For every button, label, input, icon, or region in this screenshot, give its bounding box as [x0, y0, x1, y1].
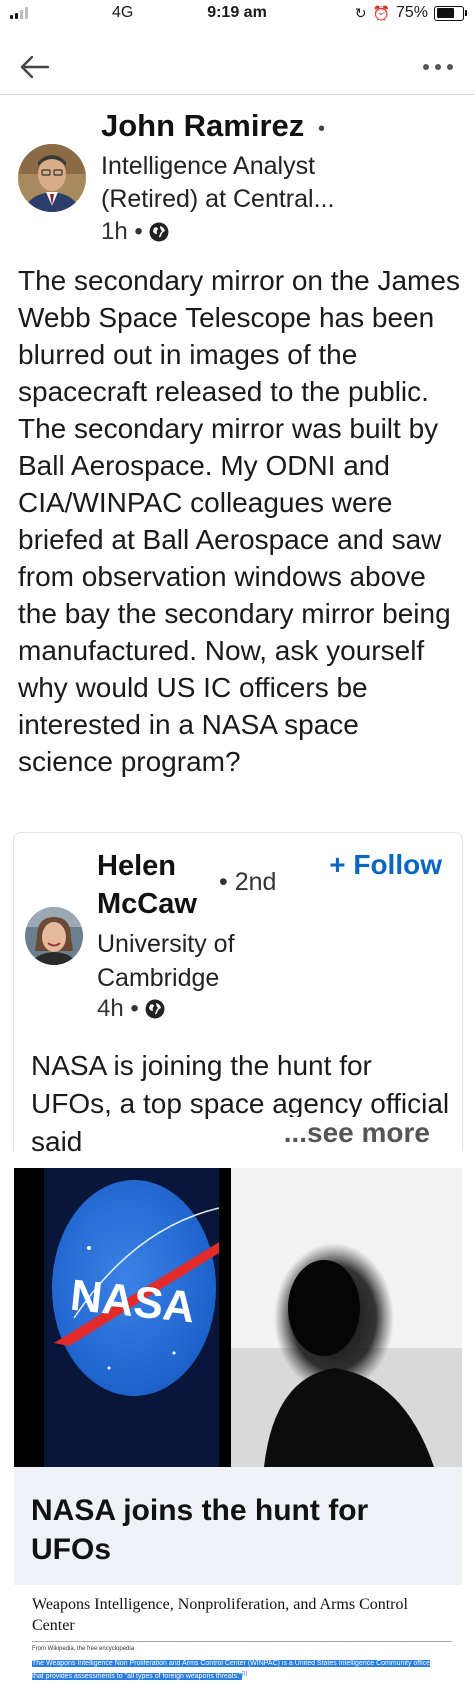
follow-button[interactable]: + Follow	[329, 849, 442, 881]
shared-post-time-text: 4h •	[97, 995, 139, 1022]
connection-degree: • 2nd	[219, 868, 277, 896]
article-image[interactable]: NASA	[14, 1168, 462, 1467]
post-header: John Ramirez • Intelligence Analyst (Ret…	[0, 106, 474, 256]
wiki-footnote[interactable]: [1]	[242, 1671, 248, 1677]
globe-icon	[145, 999, 165, 1019]
top-nav-bar	[0, 40, 474, 95]
post-timestamp: 1h •	[101, 218, 169, 246]
rotation-lock-icon: ↻	[354, 4, 367, 21]
more-options-button[interactable]	[418, 50, 458, 84]
status-bar: 4G 9:19 am ↻ ⏰ 75%	[0, 0, 474, 34]
battery-icon	[434, 5, 467, 21]
shared-post-timestamp: 4h •	[97, 995, 165, 1023]
author-name[interactable]: John Ramirez	[101, 108, 304, 144]
wiki-snippet: The Weapons Intelligence Non Proliferati…	[32, 1658, 442, 1682]
battery-percent: 75%	[395, 4, 428, 21]
post-time-text: 1h •	[101, 218, 143, 245]
author-title: Intelligence Analyst (Retired) at Centra…	[101, 152, 335, 213]
wikipedia-excerpt: Weapons Intelligence, Nonproliferation, …	[32, 1594, 452, 1682]
wiki-source: From Wikipedia, the free encyclopedia	[32, 1646, 135, 1652]
alarm-icon: ⏰	[372, 4, 390, 21]
shared-author-name[interactable]: Helen McCaw	[97, 847, 227, 923]
wiki-title: Weapons Intelligence, Nonproliferation, …	[32, 1594, 452, 1642]
battery-fill	[436, 8, 455, 18]
back-button[interactable]	[18, 50, 58, 84]
shared-author-school: University of Cambridge	[97, 930, 235, 992]
author-avatar[interactable]	[18, 144, 86, 212]
shared-post-card[interactable]: Helen McCaw • 2nd + Follow University of…	[13, 832, 463, 1157]
wiki-snippet-text: The Weapons Intelligence Non Proliferati…	[32, 1660, 431, 1681]
author-separator: •	[318, 118, 326, 140]
globe-icon	[149, 222, 169, 242]
see-more-link[interactable]: ...see more	[277, 1117, 430, 1149]
more-horizontal-icon	[423, 64, 453, 70]
post-body-text: The secondary mirror on the James Webb S…	[18, 265, 460, 777]
article-title[interactable]: NASA joins the hunt for UFOs	[31, 1491, 431, 1569]
arrow-left-icon	[20, 55, 50, 79]
shared-author-avatar[interactable]	[25, 907, 83, 965]
article-title-box[interactable]: NASA joins the hunt for UFOs	[14, 1467, 462, 1585]
